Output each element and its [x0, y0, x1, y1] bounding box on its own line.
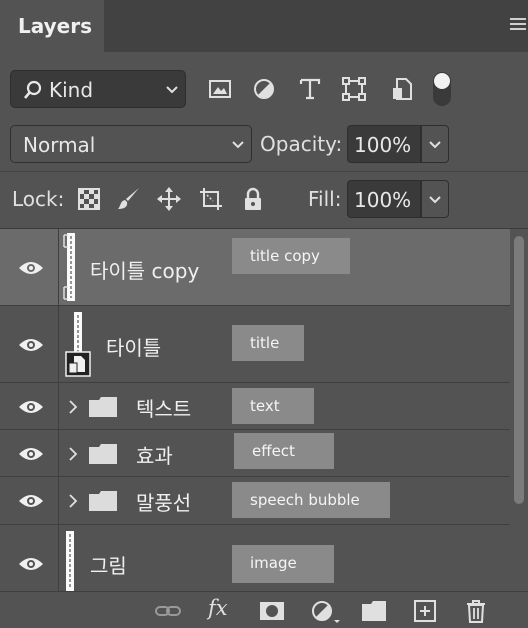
expand-arrow-icon[interactable]	[68, 400, 78, 414]
divider	[58, 229, 59, 305]
layer-row[interactable]: 타이틀 title	[0, 306, 510, 383]
expand-arrow-icon[interactable]	[68, 494, 78, 508]
blend-mode-label: Normal	[23, 133, 96, 157]
search-icon	[24, 80, 42, 99]
scrollbar-thumb[interactable]	[514, 236, 524, 504]
panel-menu-icon[interactable]	[510, 18, 526, 32]
annotation-label: title copy	[232, 238, 350, 274]
chevron-down-icon	[429, 141, 441, 149]
link-layers-icon[interactable]	[154, 598, 182, 624]
fill-input[interactable]: 100%	[347, 180, 421, 218]
fx-icon[interactable]: fx	[208, 596, 228, 620]
filter-kind-select[interactable]: Kind	[10, 70, 186, 108]
filter-kind-label: Kind	[49, 78, 94, 102]
image-filter-icon[interactable]	[206, 75, 234, 103]
annotation-label: image	[232, 545, 334, 583]
annotation-label: title	[232, 325, 304, 361]
lock-artboard-icon[interactable]	[198, 186, 224, 212]
layers-bottom-toolbar: fx	[0, 591, 528, 628]
filter-toggle-icon[interactable]	[430, 70, 454, 108]
fill-dropdown[interactable]	[421, 180, 449, 218]
adjustment-layer-icon[interactable]	[310, 598, 340, 624]
new-group-icon[interactable]	[360, 598, 388, 624]
annotation-label: text	[232, 388, 314, 424]
divider	[58, 430, 59, 476]
opacity-dropdown[interactable]	[421, 125, 449, 163]
chevron-down-icon	[429, 196, 441, 204]
visibility-eye-icon[interactable]	[18, 492, 44, 510]
layer-name[interactable]: 말풍선	[136, 487, 191, 516]
folder-icon	[89, 444, 117, 464]
divider	[0, 171, 528, 172]
layer-thumbnail[interactable]	[64, 531, 76, 591]
layers-list: 타이틀 copy title copy 타이틀 title 텍스트 text 효…	[0, 229, 510, 591]
visibility-eye-icon[interactable]	[18, 445, 44, 463]
layer-row[interactable]: 타이틀 copy title copy	[0, 229, 510, 306]
fill-label: Fill:	[308, 187, 342, 211]
layer-thumbnail[interactable]	[64, 312, 94, 378]
layer-name[interactable]: 타이틀	[106, 332, 161, 361]
folder-icon	[89, 397, 117, 417]
opacity-label: Opacity:	[260, 132, 343, 156]
layer-row[interactable]: 효과 effect	[0, 430, 510, 477]
visibility-eye-icon[interactable]	[18, 555, 44, 573]
lock-all-icon[interactable]	[240, 186, 266, 212]
smart-object-filter-icon[interactable]	[388, 75, 416, 103]
layer-row[interactable]: 텍스트 text	[0, 383, 510, 430]
layer-thumbnail[interactable]	[62, 233, 80, 301]
lock-position-icon[interactable]	[156, 186, 182, 212]
layer-row[interactable]: 말풍선 speech bubble	[0, 477, 510, 525]
layer-name[interactable]: 타이틀 copy	[90, 255, 199, 284]
delete-icon[interactable]	[464, 598, 488, 624]
blend-mode-select[interactable]: Normal	[10, 125, 252, 163]
type-filter-icon[interactable]	[296, 75, 324, 103]
adjustment-filter-icon[interactable]	[250, 75, 278, 103]
layer-name[interactable]: 효과	[136, 440, 173, 469]
divider	[58, 306, 59, 382]
layer-name[interactable]: 그림	[90, 550, 127, 579]
folder-icon	[89, 491, 117, 511]
tab-layers[interactable]: Layers	[0, 0, 104, 54]
chevron-down-icon	[166, 86, 178, 94]
visibility-eye-icon[interactable]	[18, 336, 44, 354]
lock-transparent-pixels-icon[interactable]	[76, 186, 102, 212]
annotation-label: effect	[234, 433, 334, 469]
layer-row[interactable]: 그림 image	[0, 525, 510, 591]
visibility-eye-icon[interactable]	[18, 398, 44, 416]
chevron-down-icon	[232, 141, 244, 149]
layer-name[interactable]: 텍스트	[136, 393, 191, 422]
lock-label: Lock:	[12, 187, 65, 211]
opacity-input[interactable]: 100%	[347, 125, 421, 163]
layer-mask-icon[interactable]	[258, 598, 286, 624]
divider	[58, 477, 59, 524]
divider	[58, 383, 59, 429]
new-layer-icon[interactable]	[412, 598, 438, 624]
divider	[58, 525, 59, 591]
visibility-eye-icon[interactable]	[18, 259, 44, 277]
annotation-label: speech bubble	[232, 482, 390, 518]
expand-arrow-icon[interactable]	[68, 447, 78, 461]
panel-tab-bar: Layers	[0, 0, 528, 54]
shape-filter-icon[interactable]	[340, 75, 368, 103]
lock-image-pixels-icon[interactable]	[116, 186, 142, 212]
